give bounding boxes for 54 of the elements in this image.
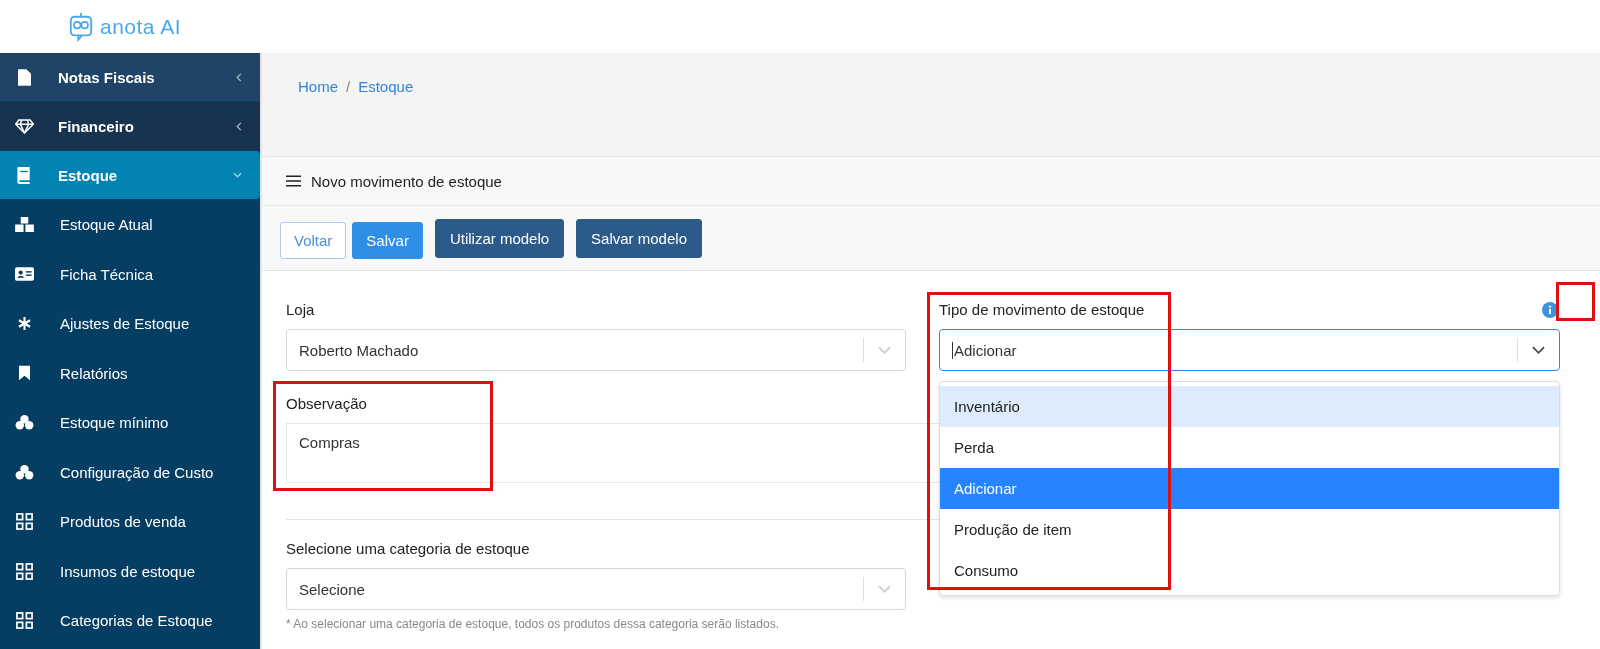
grid-icon [15, 513, 33, 531]
sidebar-subitem[interactable]: Estoque Atual [0, 200, 260, 250]
chevron-down-icon [878, 585, 891, 593]
id-card-icon [14, 267, 34, 282]
sidebar-subitem[interactable]: Produtos de venda [0, 497, 260, 547]
action-button[interactable]: Voltar [280, 221, 347, 259]
sidebar-subitem[interactable]: Relatórios [0, 348, 260, 398]
dropdown-option[interactable]: Adicionar [940, 468, 1559, 509]
boxes-icon [14, 217, 34, 233]
chevron-down-icon [878, 346, 891, 354]
sidebar-subitem[interactable]: Categorias de Estoque [0, 596, 260, 646]
menu-icon [286, 175, 301, 187]
dropdown-option[interactable]: Inventário [940, 386, 1559, 427]
asterisk-icon [17, 317, 31, 331]
movement-type-select[interactable]: Adicionar [939, 329, 1560, 371]
sidebar-item[interactable]: Estoque [0, 151, 260, 199]
breadcrumb-separator: / [346, 77, 351, 95]
hint-text: * Ao selecionar uma categoria de estoque, todos os produtos dessa categoria serão listados. [286, 617, 780, 631]
chevron-left-icon [236, 121, 242, 131]
sidebar-subitem[interactable]: Estoque mínimo [0, 398, 260, 448]
cubes-icon [14, 464, 34, 480]
cubes-icon [14, 415, 34, 431]
sidebar-item[interactable]: Financeiro [0, 102, 260, 150]
info-icon[interactable] [1542, 302, 1558, 318]
logo-text: anota AI [100, 14, 182, 39]
sidebar-subitem[interactable]: Insumos de estoque [0, 546, 260, 596]
sidebar-subitem[interactable]: Ajustes de Estoque [0, 299, 260, 349]
grid-icon [15, 612, 33, 630]
breadcrumb-link[interactable]: Estoque [358, 77, 414, 95]
book-icon [17, 166, 31, 184]
action-button[interactable]: Salvar modelo [576, 218, 702, 258]
dropdown-option[interactable]: Produção de item [940, 509, 1559, 550]
dropdown-option[interactable]: Consumo [940, 550, 1559, 591]
category-select[interactable]: Selecione [286, 568, 906, 610]
diamond-icon [14, 118, 34, 134]
file-icon [17, 68, 31, 86]
action-button[interactable]: Utilizar modelo [434, 218, 565, 258]
grid-icon [15, 562, 33, 580]
bookmark-icon [18, 365, 30, 382]
chevron-left-icon [236, 72, 242, 82]
dropdown-option[interactable]: Perda [940, 427, 1559, 468]
field-label: Loja [286, 301, 315, 318]
breadcrumb-link[interactable]: Home [298, 77, 338, 95]
chevron-down-icon [233, 172, 242, 178]
card-title: Novo movimento de estoque [311, 172, 502, 190]
field-label: Selecione uma categoria de estoque [286, 540, 530, 557]
store-select[interactable]: Roberto Machado [286, 329, 906, 371]
sidebar-item[interactable]: Notas Fiscais [0, 53, 260, 101]
robot-logo-icon [68, 11, 94, 42]
chevron-down-icon [1532, 346, 1545, 354]
sidebar-subitem[interactable]: Ficha Técnica [0, 249, 260, 299]
field-label: Observação [286, 395, 367, 412]
field-label: Tipo de movimento de estoque [939, 301, 1145, 318]
sidebar-subitem[interactable]: Configuração de Custo [0, 447, 260, 497]
